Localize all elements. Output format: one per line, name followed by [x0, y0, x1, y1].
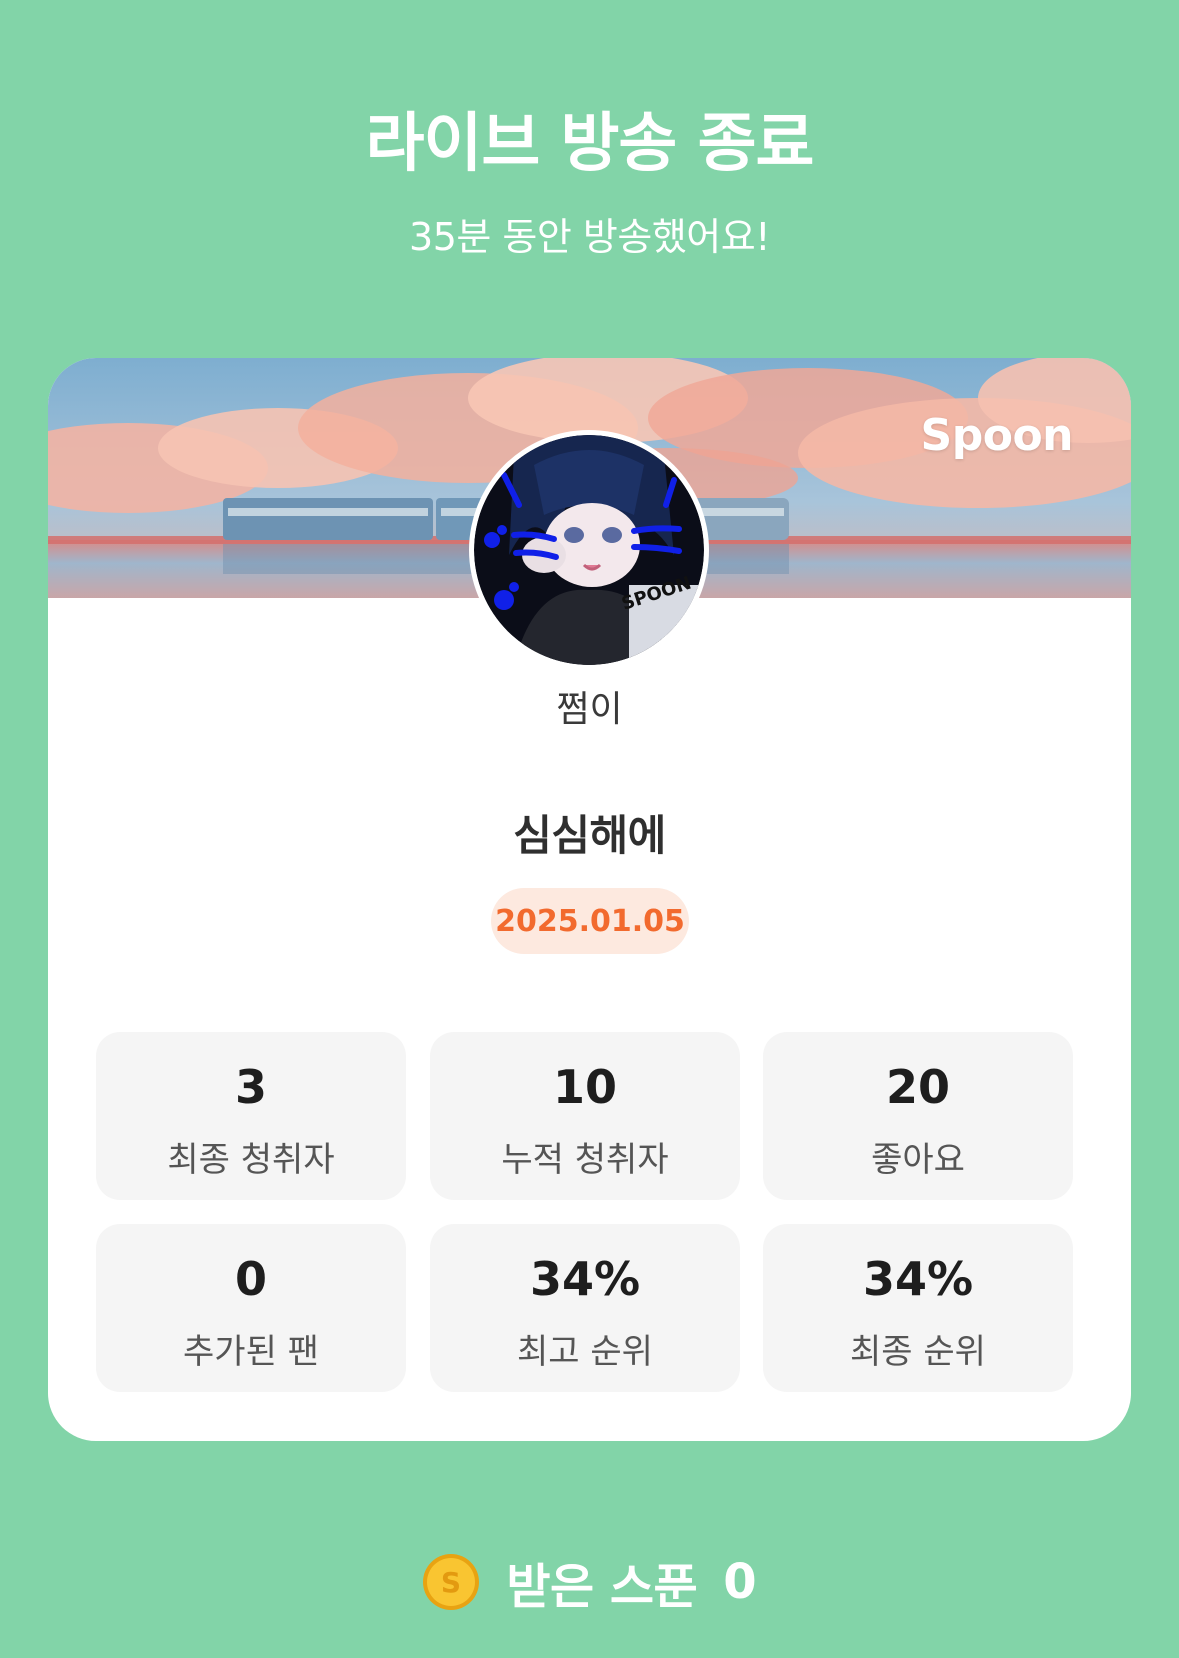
- stat-value: 34%: [529, 1252, 641, 1306]
- profile-avatar[interactable]: SPOON: [469, 430, 709, 670]
- stat-label: 최종 순위: [850, 1332, 986, 1372]
- received-spoons: S 받은 스푼 0: [0, 1552, 1179, 1615]
- coin-letter: S: [441, 1566, 461, 1599]
- stat-label: 좋아요: [871, 1140, 965, 1180]
- stat-label: 최종 청취자: [167, 1140, 335, 1180]
- broadcast-duration-text: 35분 동안 방송했어요!: [409, 215, 770, 259]
- stat-value: 10: [552, 1060, 617, 1114]
- stat-new-fans: 0 추가된 팬: [96, 1224, 406, 1392]
- page-title: 라이브 방송 종료: [365, 107, 815, 181]
- stat-value: 20: [885, 1060, 950, 1114]
- stat-value: 34%: [862, 1252, 974, 1306]
- stat-value: 3: [234, 1060, 267, 1114]
- stat-value: 0: [234, 1252, 267, 1306]
- stat-label: 최고 순위: [517, 1332, 653, 1372]
- live-end-screen: 라이브 방송 종료 35분 동안 방송했어요! Spoon SPOON 쩜이 심…: [0, 0, 1179, 1658]
- received-spoons-value: 0: [723, 1554, 757, 1610]
- live-summary-card: Spoon SPOON 쩜이 심심해에 2025.01.05 3 최종 청취자 …: [48, 358, 1131, 1441]
- received-spoons-label: 받은 스푼: [506, 1559, 698, 1615]
- live-title: 심심해에: [513, 811, 666, 860]
- stat-likes: 20 좋아요: [763, 1032, 1073, 1200]
- stat-label: 추가된 팬: [183, 1332, 319, 1372]
- spoon-coin-icon: S: [422, 1553, 480, 1611]
- date-badge: 2025.01.05: [491, 888, 689, 954]
- host-nickname: 쩜이: [556, 689, 623, 730]
- stat-final-listeners: 3 최종 청취자: [96, 1032, 406, 1200]
- stat-final-rank: 34% 최종 순위: [763, 1224, 1073, 1392]
- stat-total-listeners: 10 누적 청취자: [430, 1032, 740, 1200]
- stat-label: 누적 청취자: [501, 1140, 669, 1180]
- spoon-logo: Spoon: [920, 410, 1074, 461]
- stat-best-rank: 34% 최고 순위: [430, 1224, 740, 1392]
